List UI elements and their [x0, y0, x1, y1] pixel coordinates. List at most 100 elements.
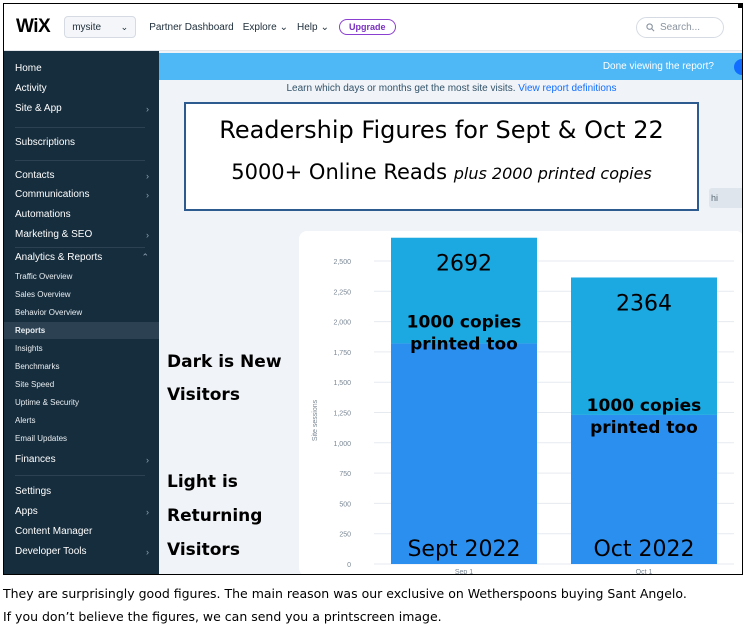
upgrade-button[interactable]: Upgrade — [338, 19, 396, 35]
sidebar-item-label: Contacts — [15, 170, 55, 181]
partner-dashboard-label: Partner Dashboard — [149, 21, 234, 33]
bar-total-label: 2692 — [436, 252, 492, 277]
headline-title: Readership Figures for Sept & Oct 22 — [219, 116, 664, 144]
sidebar-item-label: Automations — [15, 209, 71, 220]
dark-legend-label-2: Visitors — [167, 385, 240, 405]
caption-line-1: They are surprisingly good figures. The … — [3, 586, 687, 601]
y-tick-label: 1,250 — [333, 411, 351, 418]
light-legend-label-3: Visitors — [167, 540, 240, 560]
top-bar: WiX mysite ⌄ Partner Dashboard Explore ⌄ … — [4, 4, 742, 51]
headline-overlay: Readership Figures for Sept & Oct 22 500… — [184, 102, 699, 211]
sidebar-divider — [15, 160, 145, 161]
sidebar-item-marketing-seo[interactable]: Marketing & SEO › — [15, 229, 149, 240]
sidebar-subitem-sales-overview[interactable]: Sales Overview — [15, 290, 71, 299]
sidebar-divider — [15, 475, 145, 476]
chevron-right-icon: › — [146, 170, 149, 181]
search-icon — [646, 23, 655, 32]
obscured-control[interactable]: hi — [709, 188, 742, 208]
report-description-text: Learn which days or months get the most … — [286, 83, 516, 94]
sidebar-subitem-behavior-overview[interactable]: Behavior Overview — [15, 308, 82, 317]
screenshot-frame: WiX mysite ⌄ Partner Dashboard Explore ⌄ … — [3, 3, 743, 575]
wix-logo[interactable]: WiX — [16, 16, 51, 38]
light-legend-label-2: Returning — [167, 506, 263, 526]
main-content: Done viewing the report? Learn which day… — [159, 51, 742, 575]
help-label: Help — [297, 21, 318, 33]
search-placeholder: Search... — [660, 22, 701, 33]
sidebar-item-site-app[interactable]: Site & App › — [15, 103, 149, 114]
sidebar-item-label: Subscriptions — [15, 137, 76, 148]
search-input[interactable]: Search... — [636, 17, 724, 38]
sidebar-subitem-benchmarks[interactable]: Benchmarks — [15, 362, 59, 371]
help-menu[interactable]: Help ⌄ — [297, 22, 329, 33]
y-tick-label: 2,250 — [333, 289, 351, 296]
sidebar-item-apps[interactable]: Apps › — [15, 506, 149, 517]
headline-printed-copies: plus 2000 printed copies — [453, 164, 652, 183]
sidebar-item-label: Developer Tools — [15, 546, 87, 557]
chevron-right-icon: › — [146, 103, 149, 114]
sidebar-item-settings[interactable]: Settings — [15, 486, 149, 497]
sidebar-item-analytics-reports[interactable]: Analytics & Reports ⌃ — [15, 252, 149, 263]
sidebar-item-label: Settings — [15, 486, 52, 497]
sidebar-item-home[interactable]: Home — [15, 63, 149, 74]
sidebar-subitem-alerts[interactable]: Alerts — [15, 416, 35, 425]
sidebar-divider — [15, 127, 145, 128]
sidebar-item-content-manager[interactable]: Content Manager — [15, 526, 149, 537]
sidebar-divider — [15, 247, 145, 248]
obscured-control-text: hi — [711, 193, 719, 203]
sidebar-item-communications[interactable]: Communications › — [15, 189, 149, 200]
bar-note-line-2: printed too — [410, 335, 518, 355]
light-legend-label-1: Light is — [167, 472, 238, 492]
sidebar-subitem-traffic-overview[interactable]: Traffic Overview — [15, 272, 72, 281]
y-tick-label: 500 — [339, 501, 351, 508]
sidebar-subitem-site-speed[interactable]: Site Speed — [15, 380, 54, 389]
chevron-right-icon: › — [146, 229, 149, 240]
banner-action-button[interactable] — [734, 59, 742, 75]
sidebar-item-label: Communications — [15, 189, 90, 200]
y-tick-label: 0 — [347, 562, 351, 569]
y-tick-label: 1,750 — [333, 350, 351, 357]
banner-text: Done viewing the report? — [602, 61, 714, 72]
explore-menu[interactable]: Explore ⌄ — [243, 22, 288, 33]
bar-note-line-2: printed too — [590, 418, 698, 438]
sidebar-item-label: Finances — [15, 454, 56, 465]
bar-total-label: 2364 — [616, 291, 672, 316]
sidebar-item-label: Marketing & SEO — [15, 229, 93, 240]
sidebar: Home Activity Site & App › Subscriptions … — [4, 51, 159, 574]
view-report-definitions-link[interactable]: View report definitions — [518, 83, 616, 94]
bar-note-line-1: 1000 copies — [587, 396, 702, 416]
y-tick-label: 1,500 — [333, 380, 351, 387]
sidebar-item-subscriptions[interactable]: Subscriptions — [15, 137, 149, 148]
chevron-right-icon: › — [146, 506, 149, 517]
sidebar-item-label: Site & App — [15, 103, 62, 114]
headline-online-reads: 5000+ Online Reads — [231, 160, 448, 184]
chevron-right-icon: › — [146, 546, 149, 557]
partner-dashboard-link[interactable]: Partner Dashboard — [149, 22, 234, 33]
sidebar-item-label: Analytics & Reports — [15, 252, 103, 263]
sessions-bar-chart: 0 250 500 750 1,000 1,250 1,500 1,750 2,000 2,250… — [312, 237, 734, 575]
x-tick-label: Oct 1 — [636, 569, 653, 575]
chevron-right-icon: › — [146, 189, 149, 200]
bar-month-label: Sept 2022 — [407, 537, 520, 562]
y-axis-label: Site sessions — [312, 399, 319, 441]
chevron-down-icon: ⌄ — [320, 21, 329, 33]
sidebar-subitem-insights[interactable]: Insights — [15, 344, 43, 353]
explore-label: Explore — [242, 21, 277, 33]
sidebar-item-label: Apps — [15, 506, 38, 517]
sidebar-item-developer-tools[interactable]: Developer Tools › — [15, 546, 149, 557]
sidebar-item-label: Activity — [15, 83, 47, 94]
site-selector[interactable]: mysite ⌄ — [64, 16, 137, 38]
sidebar-item-label: Home — [15, 63, 42, 74]
chevron-down-icon: ⌄ — [120, 21, 129, 32]
report-description: Learn which days or months get the most … — [159, 83, 742, 94]
frame-corner-mark — [738, 4, 742, 8]
sidebar-item-contacts[interactable]: Contacts › — [15, 170, 149, 181]
bar-month-label: Oct 2022 — [593, 537, 694, 562]
sidebar-item-automations[interactable]: Automations — [15, 209, 149, 220]
sidebar-subitem-uptime-security[interactable]: Uptime & Security — [15, 398, 79, 407]
sidebar-subitem-email-updates[interactable]: Email Updates — [15, 434, 67, 443]
sidebar-item-activity[interactable]: Activity — [15, 83, 149, 94]
y-tick-label: 2,000 — [333, 320, 351, 327]
sidebar-item-finances[interactable]: Finances › — [15, 454, 149, 465]
y-tick-label: 2,500 — [333, 259, 351, 266]
sidebar-subitem-reports[interactable]: Reports — [4, 322, 159, 339]
